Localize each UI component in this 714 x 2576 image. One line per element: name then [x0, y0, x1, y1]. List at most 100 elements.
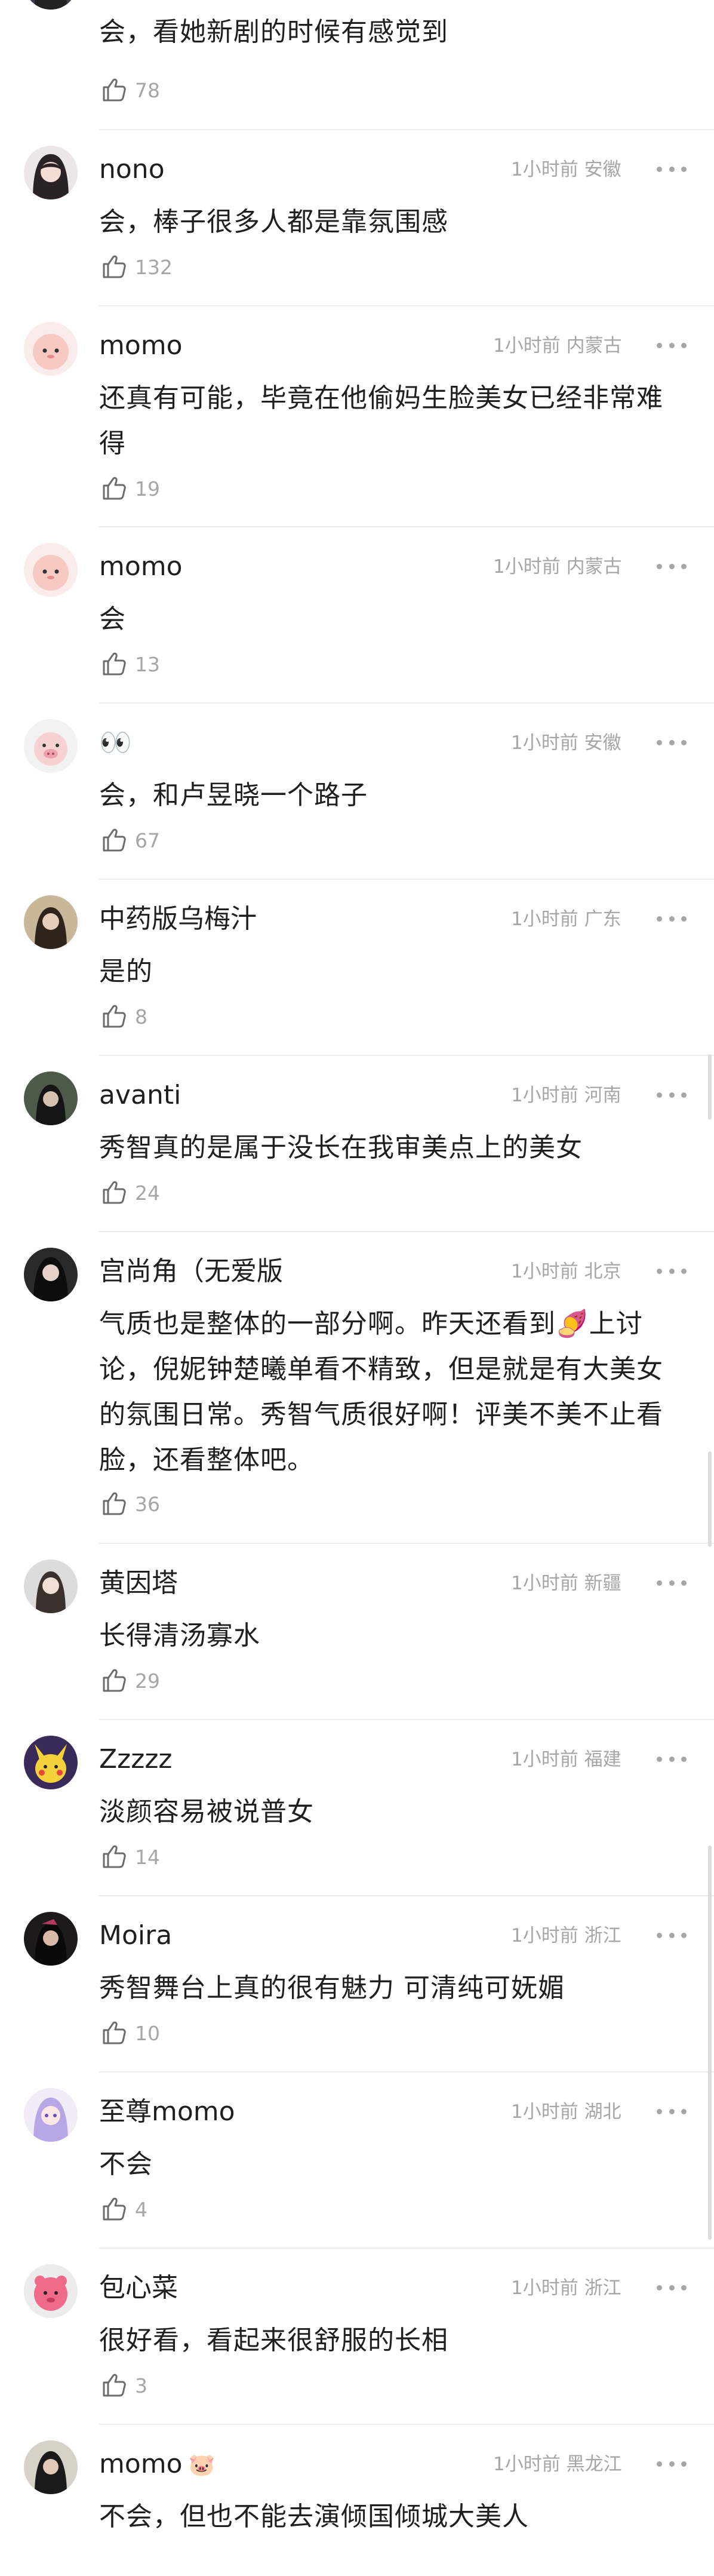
comment-meta: 1小时前 福建: [511, 1748, 621, 1771]
comment-text: 秀智真的是属于没长在我审美点上的美女: [99, 1132, 583, 1163]
username[interactable]: 黄因塔: [99, 1565, 178, 1601]
like-button[interactable]: 78: [99, 75, 160, 106]
more-options-icon[interactable]: [657, 733, 687, 751]
comment-region: 福建: [584, 1749, 621, 1770]
scrollbar-track[interactable]: [708, 1451, 712, 1547]
avatar[interactable]: [24, 895, 78, 949]
comment-region: 浙江: [584, 1925, 621, 1946]
comment-text: 会: [99, 604, 126, 634]
comment-time: 1小时前: [511, 159, 578, 180]
more-options-icon[interactable]: [657, 910, 687, 928]
avatar[interactable]: [24, 1736, 78, 1789]
like-button[interactable]: 10: [99, 2018, 160, 2049]
scrollbar-track[interactable]: [708, 1054, 712, 1120]
more-options-icon[interactable]: [657, 2279, 687, 2296]
username[interactable]: momo 🐷: [99, 2446, 215, 2483]
pig-badge-icon: 🐷: [188, 2453, 216, 2477]
thumbs-up-icon: [99, 1002, 128, 1033]
like-count: 132: [135, 256, 173, 279]
like-button[interactable]: 14: [99, 1842, 160, 1873]
avatar[interactable]: [24, 1071, 78, 1125]
comment-item: 宫尚角（无爱版 1小时前 北京 气质也是整体的一部分啊。昨天还看到🍠上讨论，倪妮…: [0, 1232, 714, 1544]
username[interactable]: Zzzzz: [99, 1742, 173, 1777]
comment-region: 河南: [584, 1085, 621, 1106]
comment-item: Moira 1小时前 浙江 秀智舞台上真的很有魅力 可清纯可妩媚 10: [0, 1896, 714, 2073]
avatar[interactable]: [24, 1248, 78, 1301]
username[interactable]: 包心菜: [99, 2270, 178, 2306]
comment-meta: 1小时前 浙江: [511, 1924, 621, 1948]
avatar[interactable]: [24, 146, 78, 199]
comment-time: 1小时前: [511, 732, 578, 754]
comment-region: 北京: [584, 1261, 621, 1282]
more-options-icon[interactable]: [657, 160, 687, 178]
like-button[interactable]: 3: [99, 2371, 147, 2402]
like-button[interactable]: 8: [99, 1002, 147, 1033]
username[interactable]: 至尊momo: [99, 2094, 235, 2130]
avatar[interactable]: [24, 719, 78, 773]
like-button[interactable]: 132: [99, 252, 173, 283]
username[interactable]: avanti: [99, 1077, 181, 1113]
like-button[interactable]: 13: [99, 649, 160, 680]
comment-time: 1小时前: [511, 1573, 578, 1594]
avatar[interactable]: [24, 543, 78, 597]
more-options-icon[interactable]: [657, 1262, 687, 1280]
comment-item: momo 🐷 1小时前 黑龙江 不会，但也不能去演倾国倾城大美人: [0, 2425, 714, 2576]
comment-region: 内蒙古: [566, 335, 622, 357]
comment-region: 新疆: [584, 1573, 621, 1594]
username[interactable]: 👀: [99, 725, 132, 761]
thumbs-up-icon: [99, 825, 128, 856]
like-button[interactable]: 67: [99, 825, 160, 856]
comment-text: 秀智舞台上真的很有魅力 可清纯可妩媚: [99, 1973, 565, 2003]
avatar[interactable]: [24, 1912, 78, 1966]
more-options-icon[interactable]: [657, 557, 687, 575]
more-options-icon[interactable]: [657, 1086, 687, 1104]
comment-meta: 1小时前 内蒙古: [493, 334, 622, 358]
comment-item: 会，看她新剧的时候有感觉到 78: [0, 0, 714, 130]
username[interactable]: Moira: [99, 1918, 172, 1954]
more-options-icon[interactable]: [657, 2102, 687, 2120]
comment-text: 淡颜容易被说普女: [99, 1797, 314, 1827]
username[interactable]: momo: [99, 328, 183, 364]
comment-region: 安徽: [584, 159, 621, 180]
avatar[interactable]: [24, 322, 78, 376]
comment-text: 不会，但也不能去演倾国倾城大美人: [99, 2501, 529, 2532]
more-options-icon[interactable]: [657, 1574, 687, 1592]
like-button[interactable]: 24: [99, 1178, 160, 1209]
username[interactable]: nono: [99, 152, 165, 188]
scrollbar-track[interactable]: [708, 1846, 712, 2240]
username[interactable]: momo: [99, 549, 183, 585]
like-count: 36: [135, 1493, 160, 1516]
like-button[interactable]: 19: [99, 474, 160, 505]
avatar[interactable]: [24, 0, 78, 10]
more-options-icon[interactable]: [657, 2455, 687, 2473]
comment-item: 中药版乌梅汁 1小时前 广东 是的 8: [0, 880, 714, 1056]
avatar[interactable]: [24, 2440, 78, 2494]
like-button[interactable]: 4: [99, 2194, 147, 2225]
like-count: 29: [135, 1669, 160, 1693]
like-button[interactable]: 29: [99, 1666, 160, 1697]
avatar[interactable]: [24, 2088, 78, 2142]
like-count: 10: [135, 2022, 160, 2045]
thumbs-up-icon: [99, 2194, 128, 2225]
comment-item: momo 1小时前 内蒙古 会 13: [0, 527, 714, 704]
comment-text: 很好看，看起来很舒服的长相: [99, 2325, 448, 2356]
comment-region: 浙江: [584, 2277, 621, 2299]
like-count: 14: [135, 1846, 160, 1869]
username-text[interactable]: momo: [99, 2449, 183, 2479]
comment-meta: 1小时前 黑龙江: [493, 2452, 622, 2476]
more-options-icon[interactable]: [657, 336, 687, 354]
comment-region: 广东: [584, 908, 621, 930]
thumbs-up-icon: [99, 252, 128, 283]
like-button[interactable]: 36: [99, 1489, 160, 1520]
username[interactable]: 中药版乌梅汁: [99, 901, 257, 937]
avatar[interactable]: [24, 2264, 78, 2318]
comment-item: momo 1小时前 内蒙古 还真有可能，毕竟在他偷妈生脸美女已经非常难得 19: [0, 306, 714, 527]
thumbs-up-icon: [99, 75, 128, 106]
comment-meta: 1小时前 北京: [511, 1260, 621, 1284]
more-options-icon[interactable]: [657, 1926, 687, 1944]
comment-meta: 1小时前 湖北: [511, 2100, 621, 2124]
more-options-icon[interactable]: [657, 1750, 687, 1768]
avatar[interactable]: [24, 1559, 78, 1613]
comment-meta: 1小时前 河南: [511, 1083, 621, 1107]
username[interactable]: 宫尚角（无爱版: [99, 1254, 283, 1289]
